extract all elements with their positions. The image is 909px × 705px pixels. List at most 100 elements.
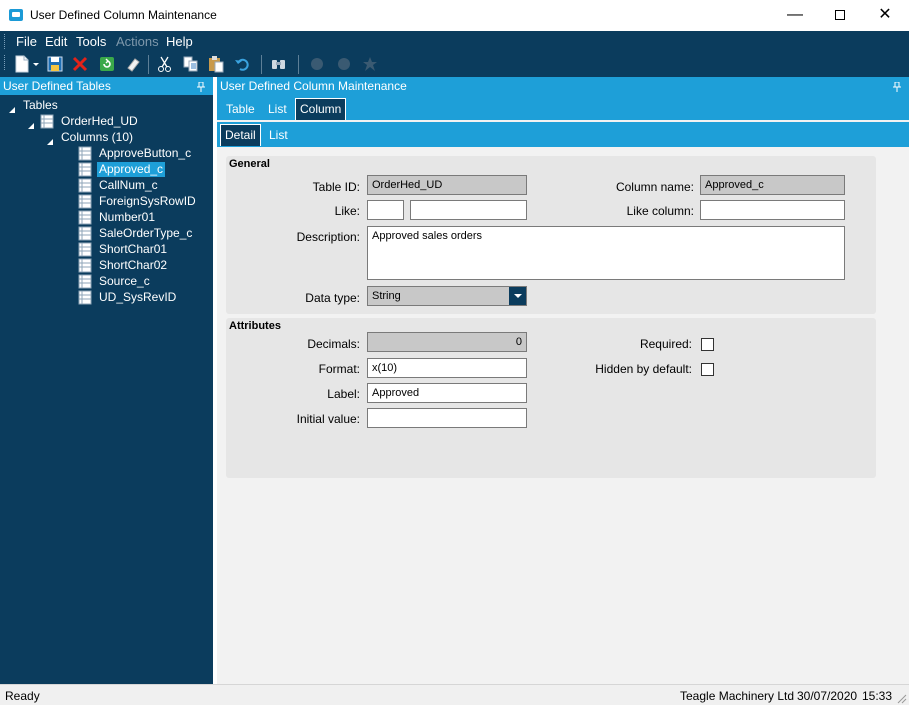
maximize-icon [835, 10, 845, 20]
data-type-value: String [372, 290, 401, 302]
hidden-by-default-checkbox[interactable] [701, 363, 714, 376]
label-field[interactable]: Approved [367, 383, 527, 403]
like-column-field[interactable] [700, 200, 845, 220]
attributes-group-title: Attributes [229, 320, 281, 332]
new-dropdown-icon[interactable] [32, 55, 40, 73]
window-title: User Defined Column Maintenance [30, 8, 217, 22]
main-tab-strip: Table List Column [217, 95, 909, 120]
data-type-select[interactable]: String [367, 286, 527, 306]
menu-edit[interactable]: Edit [45, 34, 67, 49]
toolbar-separator [148, 55, 149, 74]
tree-expand-icon[interactable] [27, 119, 35, 129]
column-icon [78, 290, 92, 305]
toolbar-grip [4, 55, 7, 70]
format-label: Format: [318, 362, 360, 376]
sub-tab-strip: Detail List [217, 122, 909, 147]
decimals-field[interactable]: 0 [367, 332, 527, 352]
menu-actions[interactable]: Actions [116, 34, 159, 49]
label-label: Label: [327, 387, 360, 401]
tables-panel: User Defined Tables Tables OrderHed_UD C… [0, 77, 213, 684]
menu-file[interactable]: File [16, 34, 37, 49]
tree-node-column[interactable]: CallNum_c [97, 178, 160, 193]
required-checkbox[interactable] [701, 338, 714, 351]
column-icon [78, 162, 92, 177]
tree-node-column[interactable]: ApproveButton_c [97, 146, 193, 161]
cut-icon[interactable] [156, 55, 174, 73]
column-icon [78, 226, 92, 241]
tree-node-column[interactable]: Number01 [97, 210, 157, 225]
copy-icon[interactable] [182, 55, 200, 73]
like-field[interactable] [367, 200, 404, 220]
tab-detail[interactable]: Detail [220, 124, 261, 146]
refresh-icon[interactable] [98, 55, 116, 73]
column-icon [78, 210, 92, 225]
attributes-group: Attributes Decimals: 0 Required: Format:… [226, 318, 876, 478]
general-group: General Table ID: OrderHed_UD Column nam… [226, 156, 876, 314]
maintenance-panel-header: User Defined Column Maintenance [217, 77, 909, 95]
maximize-button[interactable] [817, 0, 863, 31]
tree-node-columns[interactable]: Columns (10) [59, 130, 135, 145]
app-icon [9, 9, 23, 21]
delete-row-icon[interactable] [361, 55, 379, 73]
app-window: User Defined Column Maintenance — ✕ File… [0, 0, 909, 705]
tab-column[interactable]: Column [295, 98, 347, 120]
format-field[interactable]: x(10) [367, 358, 527, 378]
data-type-label: Data type: [305, 291, 360, 305]
resize-grip-icon[interactable] [897, 693, 907, 704]
paste-icon[interactable] [207, 55, 225, 73]
description-field[interactable]: Approved sales orders [367, 226, 845, 280]
tree-expand-icon[interactable] [8, 103, 16, 113]
tree-node-column[interactable]: UD_SysRevID [97, 290, 178, 305]
column-icon [78, 178, 92, 193]
pin-icon[interactable] [197, 81, 205, 92]
save-icon[interactable] [46, 55, 64, 73]
menu-grip [4, 34, 7, 49]
general-group-title: General [229, 158, 270, 170]
initial-value-field[interactable] [367, 408, 527, 428]
menu-bar: File Edit Tools Actions Help [0, 31, 909, 52]
undo-icon[interactable] [233, 55, 251, 73]
minimize-button[interactable]: — [772, 0, 818, 31]
tables-panel-header: User Defined Tables [0, 77, 213, 95]
pin-icon[interactable] [893, 81, 901, 92]
description-label: Description: [296, 230, 360, 244]
status-bar: Ready Teagle Machinery Ltd 30/07/2020 15… [0, 684, 909, 705]
menu-help[interactable]: Help [166, 34, 193, 49]
tab-table[interactable]: Table [222, 98, 259, 120]
tree-node-column[interactable]: ShortChar02 [97, 258, 169, 273]
tables-panel-title: User Defined Tables [3, 79, 111, 93]
column-name-label: Column name: [615, 180, 694, 194]
required-label: Required: [639, 337, 692, 351]
tab-list-sub[interactable]: List [265, 124, 292, 146]
search-icon[interactable] [270, 55, 288, 73]
decimals-label: Decimals: [307, 337, 360, 351]
new-icon[interactable] [13, 55, 31, 73]
delete-icon[interactable] [71, 55, 89, 73]
menu-tools[interactable]: Tools [76, 34, 106, 49]
table-icon [40, 114, 54, 129]
lock-icon[interactable] [335, 55, 353, 73]
column-name-field: Approved_c [700, 175, 845, 195]
tree-node-column[interactable]: Source_c [97, 274, 152, 289]
tree-node-column-selected[interactable]: Approved_c [97, 162, 166, 177]
column-icon [78, 194, 92, 209]
close-button[interactable]: ✕ [862, 0, 908, 31]
tree-node-column[interactable]: SaleOrderType_c [97, 226, 194, 241]
column-icon [78, 146, 92, 161]
clear-icon[interactable] [124, 55, 142, 73]
hidden-by-default-label: Hidden by default: [595, 362, 692, 376]
chevron-down-icon[interactable] [509, 287, 526, 305]
tree-node-table[interactable]: OrderHed_UD [59, 114, 140, 129]
tree-node-tables[interactable]: Tables [21, 98, 60, 113]
like-description-field[interactable] [410, 200, 527, 220]
status-state: Ready [5, 689, 40, 703]
status-time: 15:33 [862, 689, 893, 703]
attachment-icon[interactable] [308, 55, 326, 73]
tree-expand-icon[interactable] [46, 135, 54, 145]
like-column-label: Like column: [626, 204, 694, 218]
tree-node-column[interactable]: ForeignSysRowID [97, 194, 198, 209]
tree-node-column[interactable]: ShortChar01 [97, 242, 169, 257]
tab-list[interactable]: List [264, 98, 291, 120]
column-icon [78, 274, 92, 289]
initial-value-label: Initial value: [296, 412, 360, 426]
